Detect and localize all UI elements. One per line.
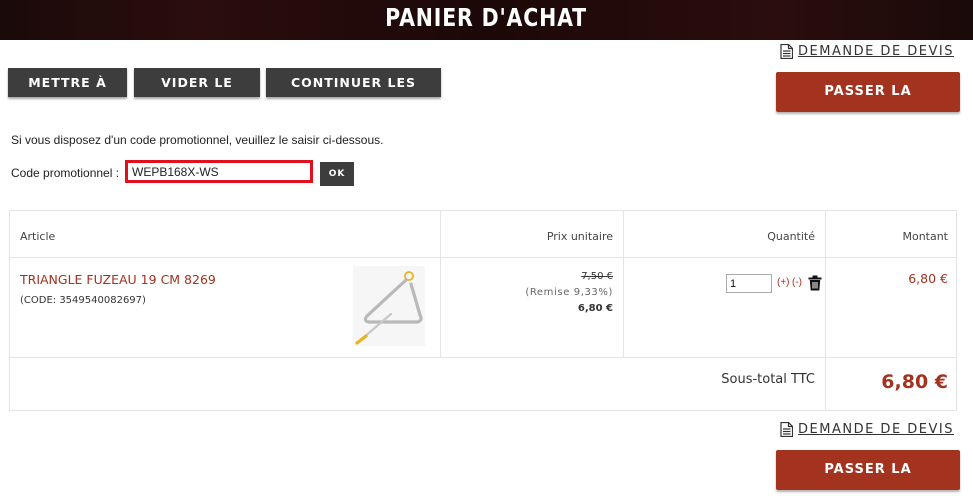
line-amount: 6,80 €: [908, 271, 948, 286]
page-header: PANIER D'ACHAT: [0, 0, 973, 40]
product-name-link[interactable]: TRIANGLE FUZEAU 19 CM 8269: [20, 272, 216, 287]
subtotal-label: Sous-total TTC: [721, 372, 815, 387]
clear-cart-button[interactable]: VIDER LE PANIER: [134, 68, 260, 119]
quantity-input[interactable]: [726, 274, 772, 293]
quote-request-label: DEMANDE DE DEVIS: [798, 44, 954, 59]
update-cart-button[interactable]: METTRE À JOUR: [8, 68, 127, 119]
checkout-button-bottom[interactable]: PASSER LA COMMANDE: [776, 450, 960, 490]
subtotal-row: Sous-total TTC 6,80 €: [10, 358, 956, 410]
cart-table: Article Prix unitaire Quantité Montant T…: [9, 210, 957, 411]
quote-request-link-bottom[interactable]: DEMANDE DE DEVIS: [780, 422, 954, 437]
document-icon: [780, 422, 794, 437]
promo-code-input[interactable]: [125, 160, 313, 183]
quantity-decrease-link[interactable]: (-): [792, 277, 802, 288]
subtotal-value: 6,80 €: [881, 371, 948, 393]
promo-ok-button[interactable]: OK: [320, 162, 354, 186]
discount-text: (Remise 9,33%): [525, 287, 613, 298]
checkout-button-top[interactable]: PASSER LA COMMANDE: [776, 72, 960, 139]
column-header-article: Article: [20, 230, 56, 243]
quantity-increase-link[interactable]: (+): [777, 277, 790, 288]
quote-request-label: DEMANDE DE DEVIS: [798, 422, 954, 437]
column-header-amount: Montant: [902, 230, 948, 243]
document-icon: [780, 44, 794, 59]
promo-info-text: Si vous disposez d'un code promotionnel,…: [11, 133, 384, 147]
original-price: 7,50 €: [581, 271, 613, 282]
product-image[interactable]: [353, 266, 425, 346]
continue-shopping-button[interactable]: CONTINUER LES ACHATS: [266, 68, 441, 119]
unit-price: 6,80 €: [577, 303, 613, 314]
table-header-row: Article Prix unitaire Quantité Montant: [10, 211, 956, 258]
page-title: PANIER D'ACHAT: [385, 3, 588, 32]
table-row: TRIANGLE FUZEAU 19 CM 8269 (CODE: 354954…: [10, 258, 956, 358]
column-header-unit-price: Prix unitaire: [546, 230, 613, 243]
trash-icon[interactable]: [808, 275, 822, 291]
promo-code-label: Code promotionnel :: [11, 166, 120, 180]
column-header-quantity: Quantité: [767, 230, 815, 243]
quote-request-link-top[interactable]: DEMANDE DE DEVIS: [780, 44, 954, 59]
product-code: (CODE: 3549540082697): [20, 295, 146, 306]
